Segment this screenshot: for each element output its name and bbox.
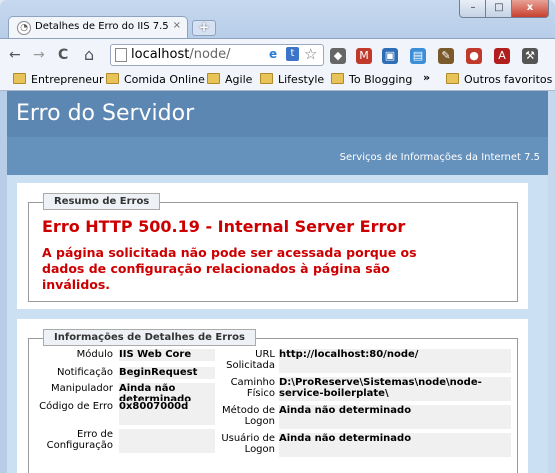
- bookmark-star-icon[interactable]: ☆: [304, 45, 317, 63]
- error-description: A página solicitada não pode ser acessad…: [42, 245, 417, 292]
- minimize-button[interactable]: –: [459, 0, 487, 18]
- bookmarks-bar: Entrepreneur Comida Online Agile Lifesty…: [0, 70, 555, 91]
- extension-dog-icon[interactable]: ◆: [330, 48, 346, 64]
- folder-icon: [446, 73, 459, 84]
- detail-label: Usuário de Logon: [215, 433, 275, 457]
- close-window-button[interactable]: x: [511, 0, 549, 18]
- bookmark-folder-to-blogging[interactable]: To Blogging: [331, 73, 412, 86]
- gmail-icon[interactable]: M: [356, 48, 372, 64]
- more-bookmarks-chevron-icon[interactable]: »: [423, 71, 430, 84]
- page-favicon-icon: ◔: [17, 21, 31, 35]
- ie-tab-icon[interactable]: e: [269, 48, 282, 61]
- page-content: Erro do Servidor Serviços de Informações…: [7, 91, 548, 473]
- error-summary-legend: Resumo de Erros: [43, 193, 161, 210]
- address-bar[interactable]: localhost/node/ e t ☆: [110, 44, 324, 66]
- bookmark-folder-entrepreneur[interactable]: Entrepreneur: [13, 73, 104, 86]
- detail-label: Caminho Físico: [215, 377, 275, 401]
- detail-label: Notificação: [35, 367, 113, 379]
- reload-button[interactable]: C: [58, 47, 68, 63]
- address-url[interactable]: localhost/node/: [131, 47, 231, 62]
- error-details-panel: Informações de Detalhes de Erros Módulo I…: [17, 319, 528, 473]
- detail-label: Erro de Configuração: [35, 429, 113, 453]
- detail-label: Método de Logon: [215, 405, 275, 429]
- error-summary-fieldset: Resumo de Erros Erro HTTP 500.19 - Inter…: [28, 193, 518, 302]
- detail-label: Módulo: [35, 349, 113, 361]
- bookmark-folder-agile[interactable]: Agile: [207, 73, 252, 86]
- pen-icon[interactable]: ✎: [438, 48, 454, 64]
- maximize-button[interactable]: □: [485, 0, 513, 18]
- folder-icon: [106, 73, 119, 84]
- folder-icon: [207, 73, 220, 84]
- detail-value: [119, 429, 215, 453]
- folder-icon: [260, 73, 273, 84]
- page-icon: [115, 48, 127, 62]
- lastpass-icon[interactable]: ●: [466, 48, 482, 64]
- tab-title: Detalhes de Erro do IIS 7.5: [35, 21, 169, 32]
- tab-strip: ◔ Detalhes de Erro do IIS 7.5 × + – □ x: [0, 0, 555, 39]
- navigation-toolbar: ← → C ⌂ localhost/node/ e t ☆ ◆ M ▣ ▤ ✎ ● A ⚒: [0, 38, 555, 71]
- tab-close-icon[interactable]: ×: [173, 20, 181, 31]
- bookmark-folder-lifestyle[interactable]: Lifestyle: [260, 73, 324, 86]
- back-button[interactable]: ←: [9, 47, 21, 63]
- error-summary-panel: Resumo de Erros Erro HTTP 500.19 - Inter…: [17, 183, 528, 309]
- detail-value: IIS Web Core: [119, 349, 215, 361]
- detail-value: D:\ProReserve\Sistemas\node\node-service…: [279, 377, 511, 401]
- detail-label: Código de Erro: [35, 401, 113, 425]
- detail-value: Ainda não determinado: [279, 433, 511, 457]
- detail-value: http://localhost:80/node/: [279, 349, 511, 373]
- tumblr-icon[interactable]: t: [286, 47, 299, 61]
- folder-icon: [331, 73, 344, 84]
- window-right-border: [548, 91, 555, 473]
- page-header: Erro do Servidor Serviços de Informações…: [7, 91, 548, 175]
- new-tab-button[interactable]: +: [192, 20, 216, 36]
- forward-button[interactable]: →: [33, 47, 45, 63]
- detail-label: URL Solicitada: [215, 349, 275, 373]
- bookmark-folder-comida-online[interactable]: Comida Online: [106, 73, 205, 86]
- page-subtitle: Serviços de Informações da Internet 7.5: [339, 152, 540, 163]
- detail-value: Ainda não determinado: [279, 405, 511, 429]
- detail-label: Manipulador: [35, 383, 113, 395]
- wrench-icon[interactable]: ⚒: [522, 48, 538, 64]
- page-title: Erro do Servidor: [16, 101, 195, 126]
- bookmark-folder-other[interactable]: Outros favoritos: [446, 73, 552, 86]
- error-title: Erro HTTP 500.19 - Internal Server Error: [42, 217, 406, 236]
- error-details-fieldset: Informações de Detalhes de Erros Módulo I…: [28, 329, 518, 473]
- tab-error-details[interactable]: ◔ Detalhes de Erro do IIS 7.5 ×: [8, 16, 188, 39]
- document-icon[interactable]: ▤: [410, 48, 426, 64]
- folder-icon: [13, 73, 26, 84]
- acrobat-icon[interactable]: A: [494, 48, 510, 64]
- home-button[interactable]: ⌂: [84, 45, 94, 64]
- error-details-legend: Informações de Detalhes de Erros: [43, 329, 256, 346]
- monitor-icon[interactable]: ▣: [382, 48, 398, 64]
- detail-value: BeginRequest: [119, 367, 215, 379]
- detail-value: 0x8007000d: [119, 401, 215, 425]
